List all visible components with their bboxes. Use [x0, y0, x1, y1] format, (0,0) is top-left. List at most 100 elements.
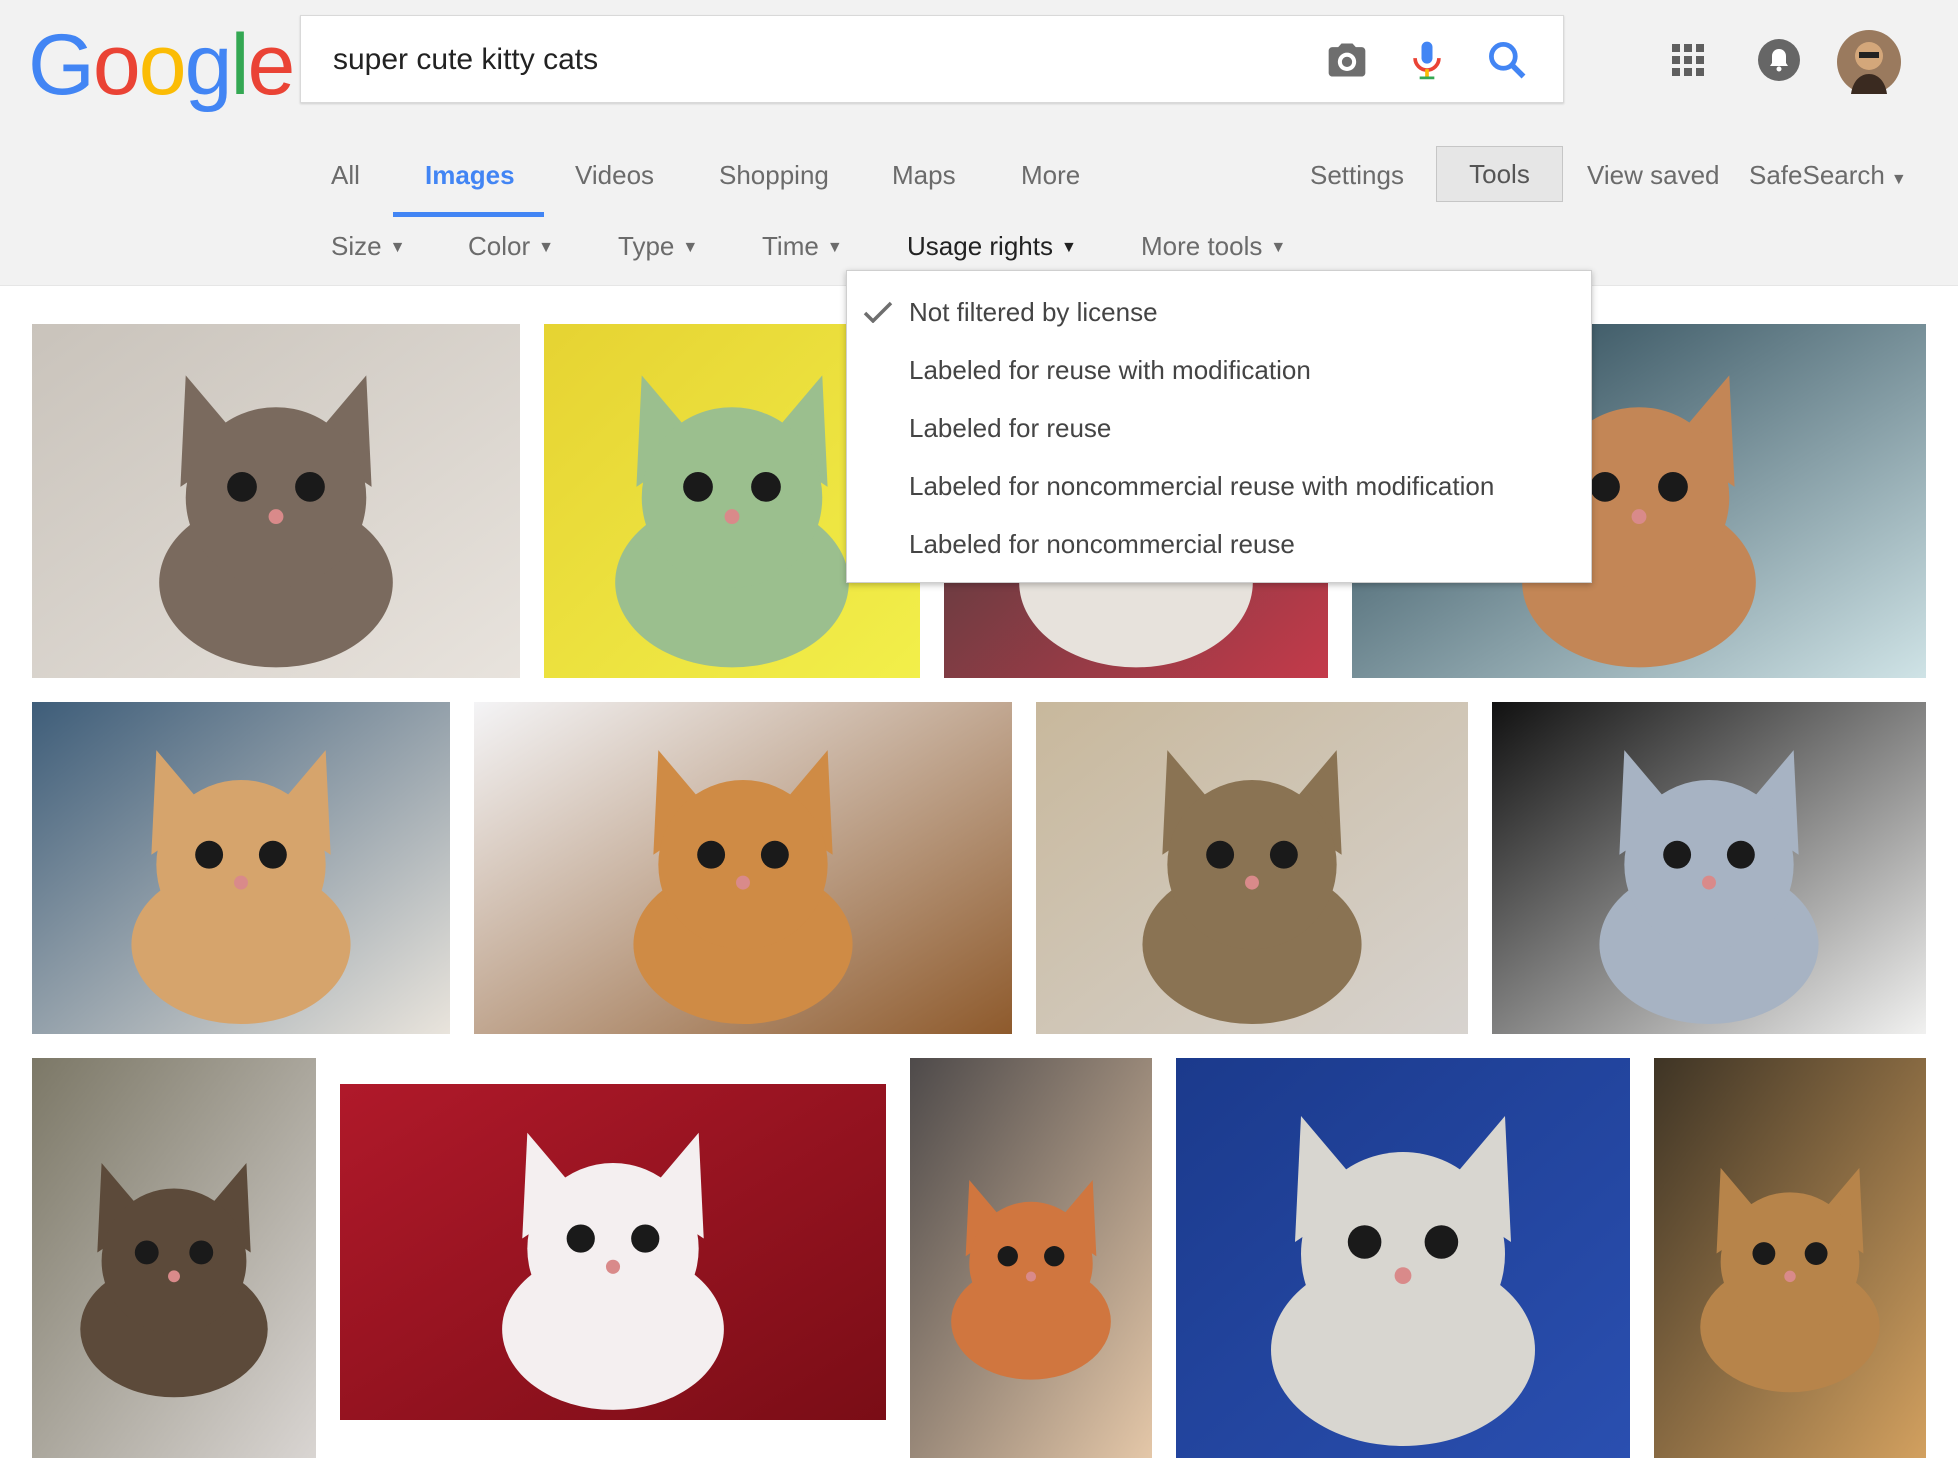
- result-thumbnail: [1036, 702, 1468, 1034]
- usage-option-not-filtered[interactable]: Not filtered by license: [847, 283, 1591, 341]
- kitten-head: [527, 1162, 699, 1335]
- result-image-10[interactable]: [340, 1084, 886, 1420]
- usage-option-label: Labeled for reuse: [909, 413, 1112, 443]
- kitten-nose: [724, 509, 740, 525]
- kitten-eye: [566, 1224, 595, 1253]
- chevron-down-icon: ▼: [826, 239, 843, 257]
- tab-shopping[interactable]: Shopping: [719, 150, 829, 220]
- kitten-head: [1167, 780, 1337, 950]
- result-image-12[interactable]: [1176, 1058, 1630, 1458]
- kitten-eye: [760, 840, 789, 869]
- tool-type[interactable]: Type ▼: [618, 228, 698, 266]
- chevron-down-icon: ▼: [682, 239, 699, 257]
- kitten-nose: [605, 1259, 621, 1274]
- chevron-down-icon: ▼: [1060, 239, 1077, 257]
- result-image-6[interactable]: [474, 702, 1012, 1034]
- result-thumbnail: [32, 1058, 316, 1458]
- tool-type-label: Type: [618, 231, 675, 261]
- result-thumbnail: [32, 324, 520, 678]
- result-image-9[interactable]: [32, 1058, 316, 1458]
- kitten-eye: [997, 1246, 1018, 1267]
- tool-time-label: Time: [762, 231, 819, 261]
- kitten-nose: [1245, 875, 1259, 890]
- apps-grid-icon[interactable]: [1670, 42, 1706, 78]
- tool-size[interactable]: Size ▼: [331, 228, 405, 266]
- usage-option-reuse[interactable]: Labeled for reuse: [847, 399, 1591, 457]
- kitten-nose: [736, 875, 750, 890]
- tool-more-tools-label: More tools: [1141, 231, 1263, 261]
- chevron-down-icon: ▼: [1270, 239, 1287, 257]
- safesearch-menu[interactable]: SafeSearch ▼: [1749, 150, 1907, 220]
- result-image-13[interactable]: [1654, 1058, 1926, 1458]
- result-thumbnail: [1654, 1058, 1926, 1458]
- kitten-head: [1301, 1152, 1505, 1356]
- tool-color[interactable]: Color ▼: [468, 228, 554, 266]
- kitten-eye: [683, 471, 713, 502]
- tool-usage-rights[interactable]: Usage rights ▼: [907, 228, 1077, 266]
- tool-time[interactable]: Time ▼: [762, 228, 843, 266]
- kitten-head: [969, 1201, 1093, 1326]
- kitten-head: [185, 407, 367, 588]
- kitten-nose: [234, 875, 248, 890]
- kitten-eye: [697, 840, 726, 869]
- kitten-nose: [1394, 1267, 1412, 1284]
- camera-icon[interactable]: [1325, 38, 1369, 82]
- microphone-icon[interactable]: [1405, 38, 1449, 82]
- kitten-eye: [1590, 471, 1620, 502]
- kitten-eye: [227, 471, 257, 502]
- result-thumbnail: [1492, 702, 1926, 1034]
- result-thumbnail: [1176, 1058, 1630, 1458]
- result-image-11[interactable]: [910, 1058, 1152, 1458]
- kitten-eye: [189, 1240, 214, 1265]
- safesearch-label: SafeSearch: [1749, 160, 1885, 190]
- search-box: [300, 15, 1564, 103]
- usage-option-label: Not filtered by license: [909, 297, 1158, 327]
- search-icon[interactable]: [1485, 38, 1529, 82]
- kitten-eye: [195, 840, 224, 869]
- result-thumbnail: [340, 1084, 886, 1420]
- usage-option-noncommercial-modification[interactable]: Labeled for noncommercial reuse with mod…: [847, 457, 1591, 515]
- search-input[interactable]: [331, 36, 1295, 84]
- tab-videos[interactable]: Videos: [575, 150, 654, 220]
- google-logo[interactable]: Google: [28, 22, 295, 108]
- tool-usage-rights-label: Usage rights: [907, 231, 1053, 261]
- usage-rights-menu: Not filtered by license Labeled for reus…: [846, 270, 1592, 583]
- avatar[interactable]: [1837, 30, 1901, 94]
- kitten-eye: [1424, 1225, 1459, 1259]
- kitten-eye: [1206, 840, 1235, 869]
- usage-option-noncommercial[interactable]: Labeled for noncommercial reuse: [847, 515, 1591, 573]
- result-image-8[interactable]: [1492, 702, 1926, 1034]
- kitten-head: [1624, 780, 1794, 950]
- result-thumbnail: [474, 702, 1012, 1034]
- kitten-eye: [1663, 840, 1692, 869]
- kitten-head: [101, 1188, 247, 1334]
- result-thumbnail: [910, 1058, 1152, 1458]
- header: Google All Images Videos Shopping Maps M…: [0, 0, 1958, 286]
- kitten-head: [156, 780, 326, 950]
- result-image-5[interactable]: [32, 702, 450, 1034]
- kitten-nose: [1025, 1271, 1037, 1282]
- kitten-eye: [1752, 1242, 1776, 1265]
- result-image-7[interactable]: [1036, 702, 1468, 1034]
- tab-bar: All Images Videos Shopping Maps More Set…: [0, 150, 1958, 220]
- view-saved-link[interactable]: View saved: [1587, 150, 1720, 220]
- result-thumbnail: [32, 702, 450, 1034]
- notifications-bell-icon[interactable]: [1757, 38, 1801, 82]
- kitten-eye: [1347, 1225, 1382, 1259]
- tab-all[interactable]: All: [331, 150, 360, 220]
- kitten-eye: [295, 471, 325, 502]
- usage-option-reuse-modification[interactable]: Labeled for reuse with modification: [847, 341, 1591, 399]
- result-image-1[interactable]: [32, 324, 520, 678]
- tool-more-tools[interactable]: More tools ▼: [1141, 228, 1286, 266]
- usage-option-label: Labeled for reuse with modification: [909, 355, 1311, 385]
- tool-color-label: Color: [468, 231, 531, 261]
- kitten-eye: [134, 1240, 159, 1265]
- kitten-head: [1720, 1192, 1860, 1332]
- settings-link[interactable]: Settings: [1310, 150, 1404, 220]
- kitten-eye: [751, 471, 781, 502]
- tab-more[interactable]: More: [1021, 150, 1080, 220]
- tab-images[interactable]: Images: [425, 150, 515, 220]
- tools-button[interactable]: Tools: [1436, 146, 1563, 202]
- tab-maps[interactable]: Maps: [892, 150, 956, 220]
- kitten-eye: [1726, 840, 1755, 869]
